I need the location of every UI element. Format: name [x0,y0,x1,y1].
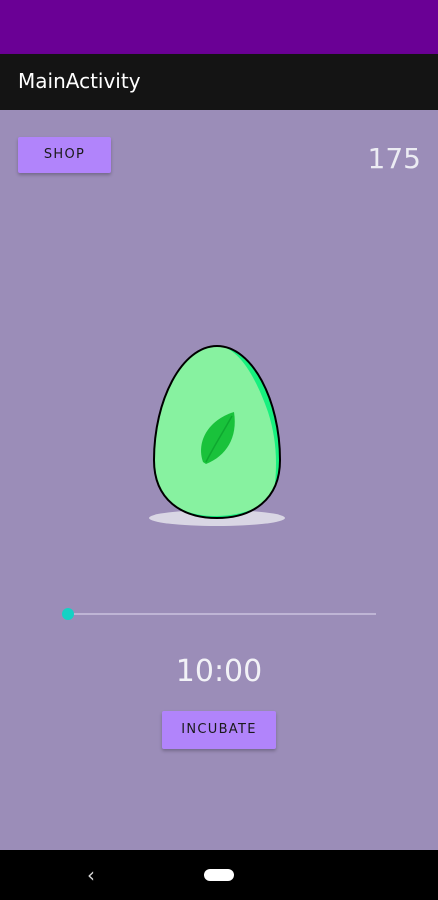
main-content: SHOP 175 10:00 INCUBATE [0,110,438,850]
app-title: MainActivity [18,69,141,93]
shop-button[interactable]: SHOP [18,137,111,173]
back-icon[interactable]: ‹ [87,863,95,887]
system-nav-bar: ‹ [0,850,438,900]
egg-illustration [146,342,288,532]
leaf-egg-icon [149,344,285,526]
status-bar [0,0,438,54]
slider-thumb[interactable] [62,608,74,620]
coin-counter: 175 [367,142,421,175]
incubate-button[interactable]: INCUBATE [162,711,276,749]
slider-track[interactable] [68,613,376,615]
app-bar: MainActivity [0,54,438,110]
timer-display: 10:00 [175,654,263,689]
duration-slider[interactable] [62,604,380,624]
home-pill-icon[interactable] [204,869,234,881]
